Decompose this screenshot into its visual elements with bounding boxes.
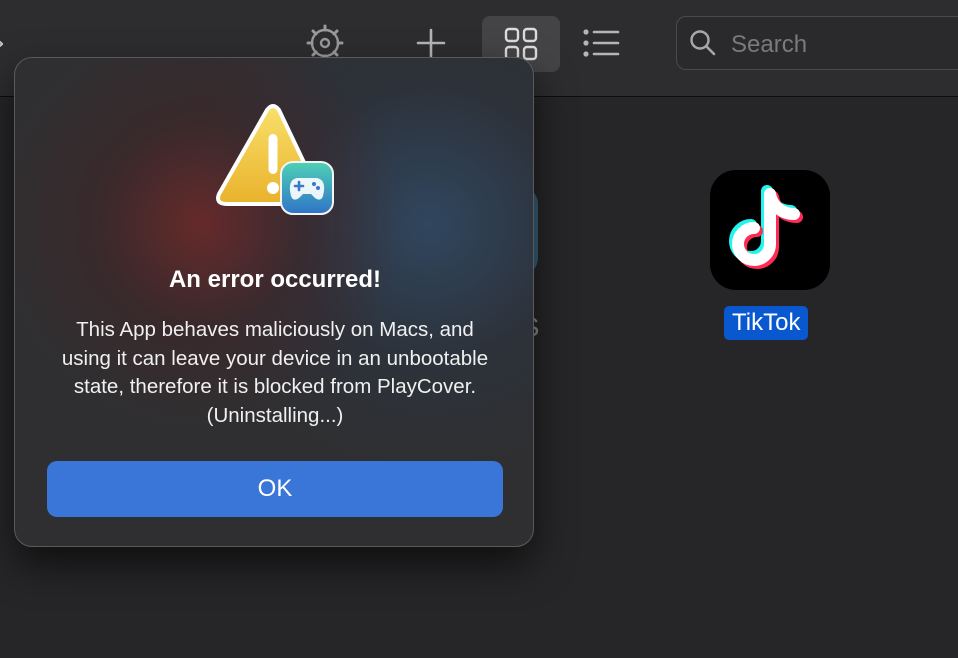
tiktok-app-label[interactable]: TikTok — [724, 306, 809, 340]
tiktok-app-icon[interactable] — [710, 170, 830, 290]
warning-icon — [215, 104, 339, 222]
search-icon — [689, 29, 717, 61]
chevron-left-icon[interactable]: › — [0, 26, 5, 59]
gamepad-icon — [280, 161, 334, 215]
dialog-message: This App behaves maliciously on Macs, an… — [61, 318, 489, 427]
error-dialog: An error occurred! This App behaves mali… — [14, 57, 534, 547]
dialog-title: An error occurred! — [168, 266, 382, 293]
ok-button[interactable]: OK — [47, 461, 503, 517]
search-field[interactable]: Search — [676, 16, 958, 70]
list-view-icon[interactable] — [578, 20, 624, 66]
search-placeholder: Search — [731, 31, 808, 58]
